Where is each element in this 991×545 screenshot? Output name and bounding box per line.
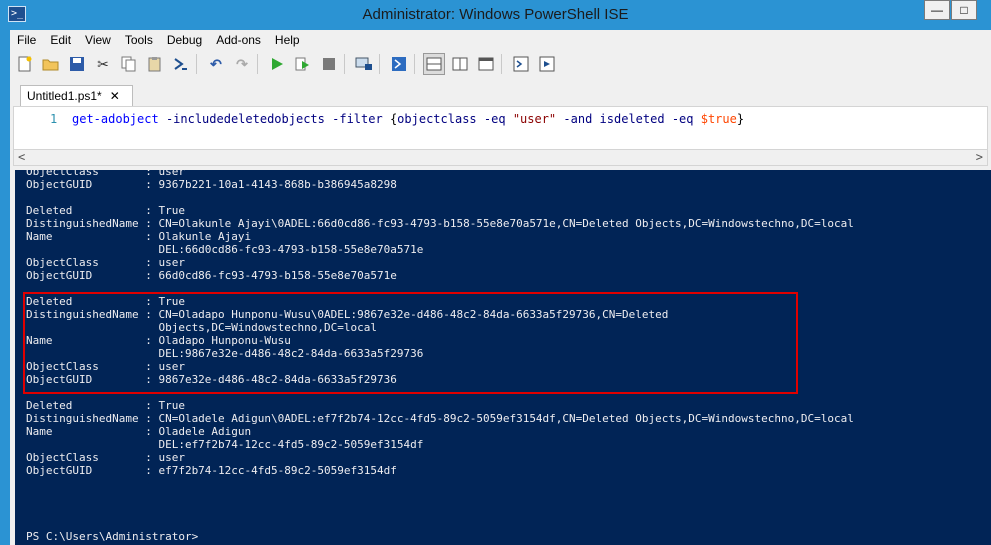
run-selection-icon[interactable] [292,53,314,75]
undo-icon[interactable]: ↶ [205,53,227,75]
code-param: -includedeletedobjects [165,112,325,126]
console-line: ObjectClass : user [26,256,185,269]
console-line: Name : Oladele Adigun [26,425,252,438]
horizontal-scrollbar[interactable]: < > [14,149,987,165]
console-pane[interactable]: ObjectClass : user ObjectGUID : 9367b221-… [15,170,991,545]
console-prompt[interactable]: PS C:\Users\Administrator> [26,530,198,543]
menu-help[interactable]: Help [268,30,307,49]
powershell-tab-icon[interactable] [388,53,410,75]
remote-icon[interactable] [353,53,375,75]
ise-client: File Edit View Tools Debug Add-ons Help … [10,30,991,545]
console-line: ObjectGUID : 66d0cd86-fc93-4793-b158-55e… [26,269,397,282]
code-variable: $true [700,112,737,126]
title-bar: >_ Administrator: Windows PowerShell ISE… [0,0,991,30]
toolbar-separator [257,54,258,74]
close-icon[interactable]: ✕ [110,89,120,103]
menu-tools[interactable]: Tools [118,30,160,49]
toolbar-separator [414,54,415,74]
layout-top-icon[interactable] [423,53,445,75]
new-icon[interactable] [14,53,36,75]
maximize-button[interactable]: □ [951,0,977,20]
code-operator: -and [563,112,593,126]
window-controls: — □ [923,0,977,20]
save-icon[interactable] [66,53,88,75]
toolbar-separator [501,54,502,74]
script-editor[interactable]: 1 get-adobject -includedeletedobjects -f… [13,106,988,166]
code-property: isdeleted [599,112,665,126]
minimize-button[interactable]: — [924,0,950,20]
console-line: DEL:ef7f2b74-12cc-4fd5-89c2-5059ef3154df [26,438,424,451]
menu-view[interactable]: View [78,30,118,49]
console-line: ObjectGUID : ef7f2b74-12cc-4fd5-89c2-505… [26,464,397,477]
code-param: -filter [332,112,383,126]
code-property: objectclass [397,112,477,126]
console-line: Deleted : True [26,399,185,412]
addon-icon[interactable] [536,53,558,75]
powershell-icon[interactable] [170,53,192,75]
toolbar-separator [196,54,197,74]
scroll-left-icon[interactable]: < [18,150,25,164]
menu-addons[interactable]: Add-ons [209,30,268,49]
copy-icon[interactable] [118,53,140,75]
console-line: ObjectClass : user [26,170,185,178]
console-line: DistinguishedName : CN=Olakunle Ajayi\0A… [26,217,854,230]
script-tab-strip: Untitled1.ps1* ✕ [10,82,991,106]
code-operator: -eq [483,112,506,126]
code-operator: -eq [671,112,694,126]
menu-bar: File Edit View Tools Debug Add-ons Help [10,30,307,49]
cut-icon[interactable]: ✂ [92,53,114,75]
run-icon[interactable] [266,53,288,75]
redo-icon[interactable]: ↷ [231,53,253,75]
menu-edit[interactable]: Edit [43,30,78,49]
layout-right-icon[interactable] [449,53,471,75]
code-brace: } [736,112,745,126]
toolbar: ✂ ↶ ↷ [10,51,991,77]
commands-icon[interactable] [510,53,532,75]
stop-icon[interactable] [318,53,340,75]
toolbar-separator [344,54,345,74]
console-line: Deleted : True [26,204,185,217]
line-number: 1 [50,112,58,126]
toolbar-separator [379,54,380,74]
console-line: ObjectGUID : 9367b221-10a1-4143-868b-b38… [26,178,397,191]
code-string: "user" [512,112,557,126]
window-title: Administrator: Windows PowerShell ISE [362,6,629,23]
open-icon[interactable] [40,53,62,75]
console-line: ObjectClass : user [26,451,185,464]
paste-icon[interactable] [144,53,166,75]
console-line: DEL:66d0cd86-fc93-4793-b158-55e8e70a571e [26,243,424,256]
scroll-right-icon[interactable]: > [976,150,983,164]
code-line[interactable]: get-adobject -includedeletedobjects -fil… [72,112,744,126]
tab-label: Untitled1.ps1* [27,89,102,103]
code-cmdlet: get-adobject [72,112,159,126]
menu-file[interactable]: File [10,30,43,49]
highlight-box [23,292,798,394]
menu-debug[interactable]: Debug [160,30,209,49]
console-line: DistinguishedName : CN=Oladele Adigun\0A… [26,412,854,425]
console-line: Name : Olakunle Ajayi [26,230,252,243]
tab-untitled1[interactable]: Untitled1.ps1* ✕ [20,85,133,106]
layout-max-icon[interactable] [475,53,497,75]
